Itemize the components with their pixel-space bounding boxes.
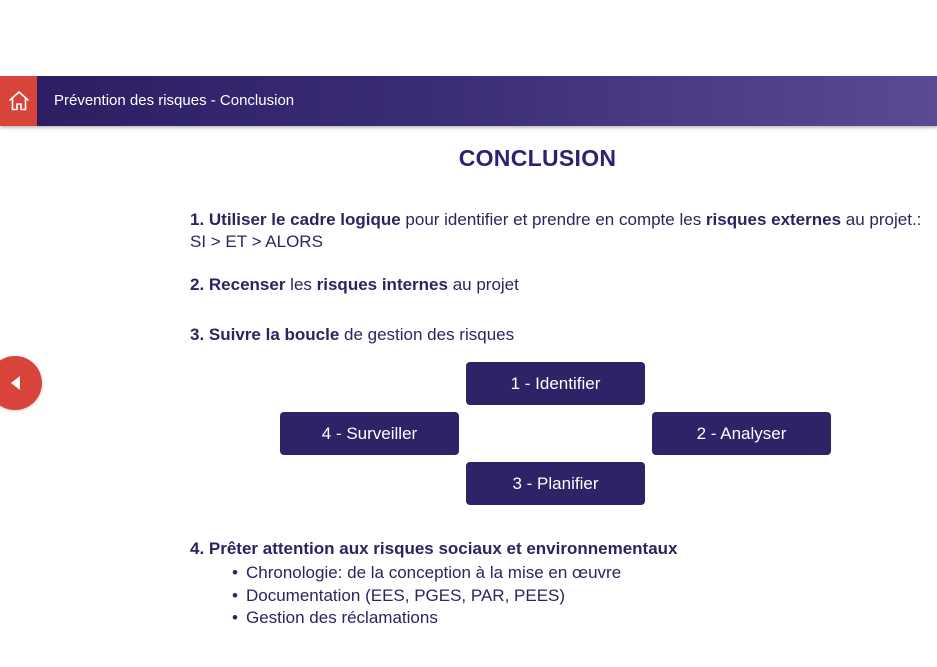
arrow-left-icon [11,376,20,390]
point-1-bold-b: risques externes [705,210,842,229]
page-title: Prévention des risques - Conclusion [54,92,295,109]
step-identify-button[interactable]: 1 - Identifier [466,362,645,405]
list-item: Documentation (EES, PGES, PAR, PEES) [232,585,621,608]
home-icon [8,91,29,111]
list-item: Chronologie: de la conception à la mise … [232,562,621,585]
previous-button[interactable] [0,356,42,410]
point-1-text-a: pour identifier et prendre en compte les [400,210,706,229]
list-item: Gestion des réclamations [232,607,621,630]
home-button[interactable] [0,76,37,126]
point-3: 3. Suivre la boucle de gestion des risqu… [190,324,930,346]
bullet-list: Chronologie: de la conception à la mise … [232,562,621,630]
point-1: 1. Utiliser le cadre logique pour identi… [190,209,930,253]
point-1-bold-a: 1. Utiliser le cadre logique [190,210,401,229]
step-analyse-button[interactable]: 2 - Analyser [652,412,831,455]
point-3-text-a: de gestion des risques [339,325,515,344]
step-monitor-button[interactable]: 4 - Surveiller [280,412,459,455]
point-2: 2. Recenser les risques internes au proj… [190,274,930,296]
section-heading: CONCLUSION [458,145,617,171]
point-2-bold-a: 2. Recenser [190,275,286,294]
point-4: 4. Prêter attention aux risques sociaux … [190,538,930,560]
point-2-text-b: au projet [447,275,519,294]
step-plan-button[interactable]: 3 - Planifier [466,462,645,505]
point-3-bold-a: 3. Suivre la boucle [190,325,340,344]
point-2-text-a: les [285,275,317,294]
point-4-bold-a: 4. Prêter attention aux risques sociaux … [190,539,678,558]
point-2-bold-b: risques internes [316,275,448,294]
top-bar: Prévention des risques - Conclusion [0,76,937,126]
page: Prévention des risques - Conclusion CONC… [0,0,937,667]
